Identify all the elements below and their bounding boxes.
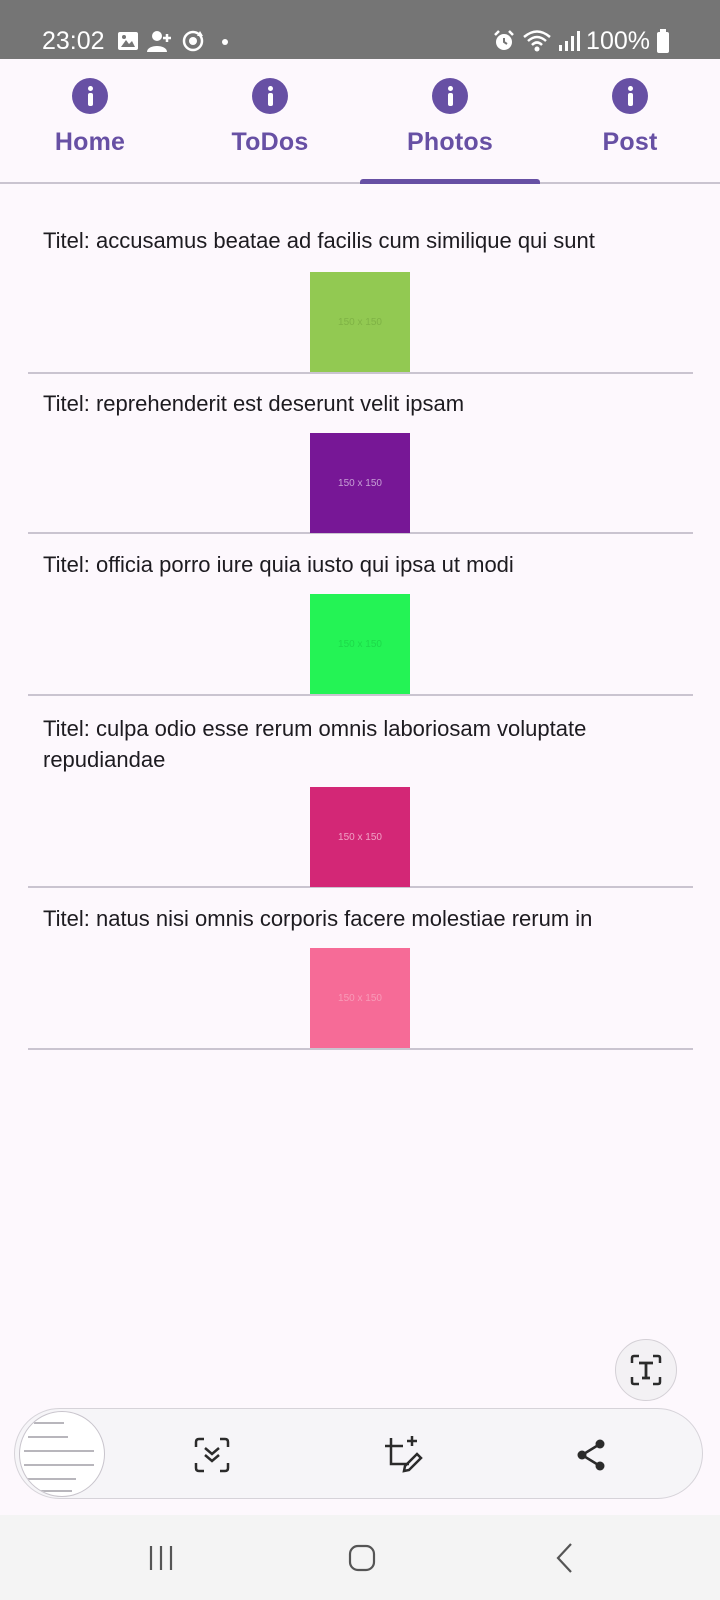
list-item[interactable]: Titel: officia porro iure quia iusto qui… [28, 534, 693, 696]
system-nav-bar [0, 1515, 720, 1600]
info-icon [612, 78, 648, 114]
photo-thumbnail[interactable]: 150 x 150 [310, 272, 410, 372]
tab-indicator [360, 179, 540, 184]
tab-photos[interactable]: Photos [360, 59, 540, 182]
battery-icon [656, 28, 670, 54]
recents-icon [146, 1544, 176, 1572]
photo-thumbnail[interactable]: 150 x 150 [310, 594, 410, 694]
info-icon [432, 78, 468, 114]
photo-title: Titel: officia porro iure quia iusto qui… [43, 552, 514, 577]
screenshot-toolbar [14, 1408, 703, 1499]
gallery-icon [116, 29, 140, 53]
info-icon [252, 78, 288, 114]
scroll-capture-button[interactable] [184, 1427, 240, 1483]
sync-icon [180, 28, 206, 54]
share-icon [573, 1437, 609, 1473]
battery-text: 100% [586, 26, 650, 55]
text-extract-icon [629, 1353, 663, 1387]
status-right-icons: 100% [492, 26, 670, 56]
tab-label: Post [602, 128, 658, 156]
home-icon [347, 1543, 377, 1573]
tab-label: Photos [407, 128, 493, 156]
tab-todos[interactable]: ToDos [180, 59, 360, 182]
list-item[interactable]: Titel: culpa odio esse rerum omnis labor… [28, 696, 693, 888]
screenshot-preview[interactable] [19, 1411, 105, 1497]
signal-icon [558, 29, 581, 53]
extract-text-button[interactable] [615, 1339, 677, 1401]
tab-post[interactable]: Post [540, 59, 720, 182]
status-time: 23:02 [42, 27, 105, 55]
dot-icon [212, 28, 234, 54]
tab-bar: Home ToDos Photos Post [0, 59, 720, 184]
photo-title: Titel: accusamus beatae ad facilis cum s… [43, 228, 595, 253]
back-button[interactable] [535, 1533, 595, 1583]
thumbnail-label: 150 x 150 [338, 992, 382, 1004]
crop-edit-icon [381, 1434, 423, 1476]
status-left-icons [116, 26, 234, 56]
tab-label: Home [54, 128, 126, 156]
alarm-icon [492, 29, 516, 53]
person-add-icon [146, 28, 174, 54]
thumbnail-label: 150 x 150 [338, 638, 382, 650]
list-item[interactable]: Titel: accusamus beatae ad facilis cum s… [28, 225, 693, 374]
share-button[interactable] [563, 1427, 619, 1483]
wifi-icon [522, 29, 552, 53]
photo-thumbnail[interactable]: 150 x 150 [310, 787, 410, 887]
photo-thumbnail[interactable]: 150 x 150 [310, 948, 410, 1048]
home-button[interactable] [332, 1533, 392, 1583]
list-item[interactable]: Titel: natus nisi omnis corporis facere … [28, 888, 693, 1050]
status-bar: 23:02 100% [0, 0, 720, 59]
recents-button[interactable] [131, 1533, 191, 1583]
thumbnail-label: 150 x 150 [338, 831, 382, 843]
photo-thumbnail[interactable]: 150 x 150 [310, 433, 410, 533]
back-icon [553, 1542, 577, 1574]
scroll-capture-icon [193, 1436, 231, 1474]
photo-title: Titel: culpa odio esse rerum omnis labor… [43, 716, 587, 772]
crop-edit-button[interactable] [374, 1427, 430, 1483]
tab-home[interactable]: Home [0, 59, 180, 182]
photo-title: Titel: reprehenderit est deserunt velit … [43, 391, 465, 416]
photo-title: Titel: natus nisi omnis corporis facere … [43, 906, 593, 931]
info-icon [72, 78, 108, 114]
thumbnail-label: 150 x 150 [338, 316, 382, 328]
list-item[interactable]: Titel: reprehenderit est deserunt velit … [28, 374, 693, 534]
thumbnail-label: 150 x 150 [338, 477, 382, 489]
tab-label: ToDos [231, 128, 309, 156]
